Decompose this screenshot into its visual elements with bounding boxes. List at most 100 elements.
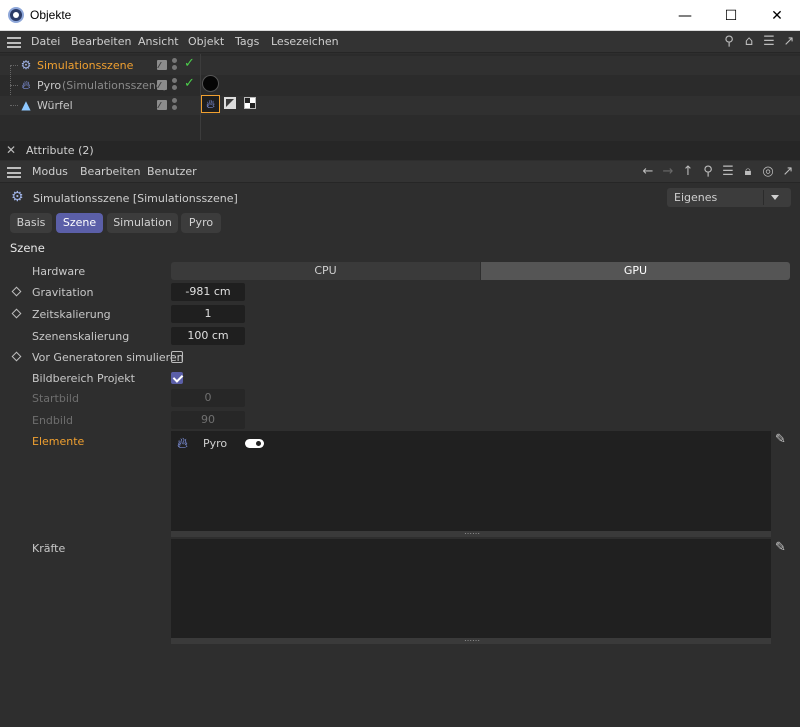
- tree-connector: [10, 85, 18, 86]
- menu-modus[interactable]: Modus: [32, 165, 68, 178]
- mode-dropdown[interactable]: Eigenes: [667, 188, 791, 207]
- visibility-dots-icon[interactable]: [172, 58, 178, 73]
- attribute-panel-header: ✕ Attribute (2): [0, 141, 800, 160]
- item-enable-toggle[interactable]: [245, 439, 264, 448]
- hardware-option-cpu[interactable]: CPU: [171, 262, 480, 280]
- pyro-tag-icon[interactable]: 🔥︎: [201, 95, 220, 113]
- search-icon[interactable]: ⚲: [721, 34, 737, 50]
- keyframe-diamond-icon[interactable]: [11, 351, 22, 362]
- menu-bearbeiten[interactable]: Bearbeiten: [80, 165, 140, 178]
- gear-icon: ⚙: [20, 58, 32, 72]
- display-tag-icon[interactable]: [224, 97, 236, 109]
- keyframe-diamond-icon[interactable]: [11, 286, 22, 297]
- keyframe-diamond-icon[interactable]: [11, 308, 22, 319]
- visibility-dots-icon[interactable]: [172, 98, 178, 113]
- attribute-object-label: Simulationsszene [Simulationsszene]: [33, 192, 238, 205]
- cinema4d-app-icon: [8, 7, 24, 23]
- gravitation-field[interactable]: -981 cm: [171, 283, 245, 301]
- menu-lesezeichen[interactable]: Lesezeichen: [271, 35, 339, 48]
- minimize-button[interactable]: —: [662, 0, 708, 31]
- object-row-wuerfel[interactable]: ▲ Würfel: [0, 96, 800, 115]
- hardware-label: Hardware: [32, 265, 86, 278]
- menu-bearbeiten[interactable]: Bearbeiten: [71, 35, 131, 48]
- tab-szene[interactable]: Szene: [56, 213, 103, 233]
- section-title: Szene: [10, 241, 45, 255]
- lock-icon[interactable]: 🔒︎: [740, 164, 756, 180]
- vor-generatoren-label: Vor Generatoren simulieren: [32, 351, 184, 364]
- arrow-left-icon[interactable]: ←: [640, 164, 656, 180]
- tab-simulation[interactable]: Simulation: [107, 213, 178, 233]
- new-window-icon[interactable]: ↗: [780, 164, 796, 180]
- object-manager-menubar: Datei Bearbeiten Ansicht Objekt Tags Les…: [0, 31, 800, 53]
- layer-toggle-icon[interactable]: [157, 80, 167, 90]
- pyro-output-tag-icon[interactable]: [202, 75, 219, 92]
- enabled-check-icon[interactable]: ✓: [184, 56, 195, 71]
- hamburger-menu-icon[interactable]: [7, 167, 21, 178]
- menu-objekt[interactable]: Objekt: [188, 35, 224, 48]
- filter-icon[interactable]: ☰: [761, 34, 777, 50]
- pencil-icon[interactable]: ✎: [775, 433, 789, 447]
- hardware-segmented-control: CPU GPU: [171, 262, 790, 280]
- object-name: Simulationsszene: [37, 59, 134, 72]
- startbild-label: Startbild: [32, 392, 79, 405]
- list-item-name: Pyro: [203, 437, 228, 450]
- flame-icon: 🔥︎: [177, 434, 189, 452]
- new-window-icon[interactable]: ↗: [781, 34, 797, 50]
- resize-handle[interactable]: ⋯⋯: [171, 530, 771, 538]
- object-name: Pyro: [37, 79, 62, 92]
- arrow-right-icon[interactable]: →: [660, 164, 676, 180]
- object-tree: ⚙ Simulationsszene ✓ 🔥︎ Pyro (Simulation…: [0, 54, 800, 141]
- menu-tags[interactable]: Tags: [235, 35, 259, 48]
- bildbereich-label: Bildbereich Projekt: [32, 372, 135, 385]
- kraefte-label: Kräfte: [32, 542, 66, 555]
- window-title-bar: Objekte — ☐ ✕: [0, 0, 800, 31]
- layer-toggle-icon[interactable]: [157, 60, 167, 70]
- search-icon[interactable]: ⚲: [700, 164, 716, 180]
- tab-basis[interactable]: Basis: [10, 213, 52, 233]
- vor-generatoren-checkbox[interactable]: [171, 351, 183, 363]
- cube-icon: ▲: [21, 98, 31, 112]
- menu-benutzer[interactable]: Benutzer: [147, 165, 197, 178]
- object-row-pyro[interactable]: 🔥︎ Pyro (Simulationsszene) ✓: [0, 66, 800, 105]
- endbild-field: 90: [171, 411, 245, 429]
- material-tag-icon[interactable]: [244, 97, 256, 109]
- endbild-label: Endbild: [32, 414, 73, 427]
- tab-pyro[interactable]: Pyro: [181, 213, 221, 233]
- elemente-list[interactable]: 🔥︎ Pyro ⋯⋯: [171, 431, 771, 538]
- maximize-button[interactable]: ☐: [708, 0, 754, 31]
- elemente-label: Elemente: [32, 435, 85, 448]
- target-icon[interactable]: ◎: [760, 164, 776, 180]
- dropdown-separator: [763, 190, 764, 205]
- pencil-icon[interactable]: ✎: [775, 541, 789, 555]
- filter-icon[interactable]: ☰: [720, 164, 736, 180]
- object-name: Würfel: [37, 99, 73, 112]
- mode-dropdown-value: Eigenes: [674, 191, 718, 204]
- resize-handle[interactable]: ⋯⋯: [171, 637, 771, 645]
- menu-datei[interactable]: Datei: [31, 35, 60, 48]
- home-icon[interactable]: ⌂: [741, 34, 757, 50]
- tree-connector: [10, 65, 18, 66]
- tree-connector: [10, 105, 18, 106]
- hamburger-menu-icon[interactable]: [7, 37, 21, 48]
- enabled-check-icon[interactable]: ✓: [184, 76, 195, 91]
- startbild-field: 0: [171, 389, 245, 407]
- layer-toggle-icon[interactable]: [157, 100, 167, 110]
- close-panel-icon[interactable]: ✕: [6, 143, 16, 157]
- chevron-down-icon: [771, 195, 779, 200]
- arrow-up-icon[interactable]: ↑: [680, 164, 696, 180]
- attribute-panel-title: Attribute (2): [26, 144, 94, 157]
- gear-icon: ⚙: [11, 189, 24, 205]
- window-title: Objekte: [30, 8, 72, 22]
- kraefte-list[interactable]: ⋯⋯: [171, 539, 771, 645]
- zeitskalierung-field[interactable]: 1: [171, 305, 245, 323]
- menu-ansicht[interactable]: Ansicht: [138, 35, 179, 48]
- szenenskalierung-field[interactable]: 100 cm: [171, 327, 245, 345]
- visibility-dots-icon[interactable]: [172, 78, 178, 93]
- attribute-menubar: Modus Bearbeiten Benutzer ← → ↑ ⚲ ☰ 🔒︎ ◎…: [0, 161, 800, 183]
- close-window-button[interactable]: ✕: [754, 0, 800, 31]
- bildbereich-checkbox[interactable]: [171, 372, 183, 384]
- gravitation-label: Gravitation: [32, 286, 94, 299]
- object-row-simulationsszene[interactable]: ⚙ Simulationsszene ✓: [0, 56, 800, 75]
- flame-icon: 🔥︎: [21, 78, 31, 92]
- hardware-option-gpu[interactable]: GPU: [481, 262, 790, 280]
